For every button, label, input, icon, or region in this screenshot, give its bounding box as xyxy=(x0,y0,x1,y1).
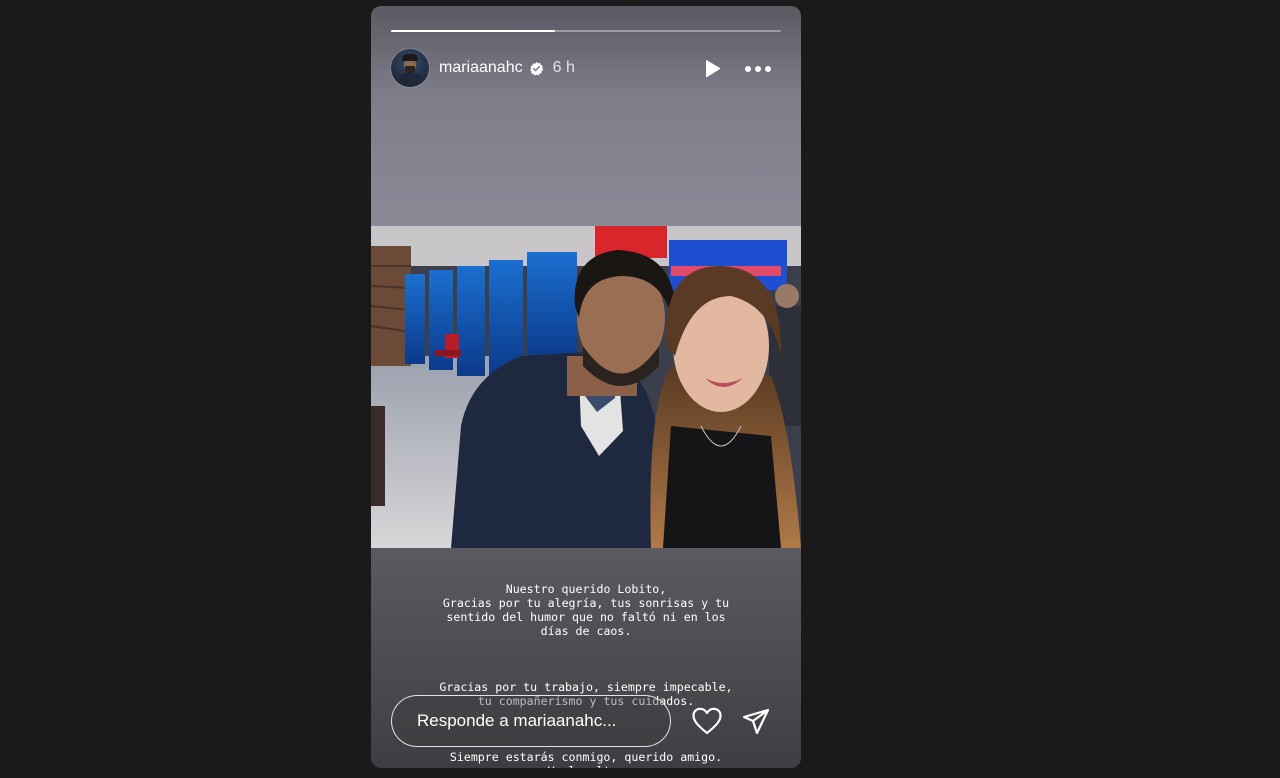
username[interactable]: mariaanahc xyxy=(439,59,523,77)
more-options-button[interactable] xyxy=(743,58,773,80)
more-horizontal-icon xyxy=(745,66,771,72)
send-button[interactable] xyxy=(741,707,771,735)
story-progress-bar xyxy=(391,30,781,32)
story-timestamp: 6 h xyxy=(552,59,575,76)
heart-icon xyxy=(692,707,722,735)
story-photo xyxy=(371,226,801,548)
play-icon xyxy=(706,60,720,78)
reply-input[interactable]: Responde a mariaanahc... xyxy=(391,695,671,747)
avatar[interactable] xyxy=(391,49,429,87)
send-icon xyxy=(742,708,770,735)
caption-paragraph: Siempre estarás conmigo, querido amigo. … xyxy=(449,750,723,768)
caption-paragraph: Nuestro querido Lobito, Gracias por tu a… xyxy=(442,582,730,638)
story-progress-fill xyxy=(391,30,555,32)
verified-badge-icon xyxy=(529,61,544,76)
play-button[interactable] xyxy=(701,58,723,80)
story-header: mariaanahc 6 h xyxy=(391,48,781,88)
story-viewer[interactable]: mariaanahc 6 h Nuestro querido Lobito, G… xyxy=(371,6,801,768)
like-button[interactable] xyxy=(691,706,723,736)
